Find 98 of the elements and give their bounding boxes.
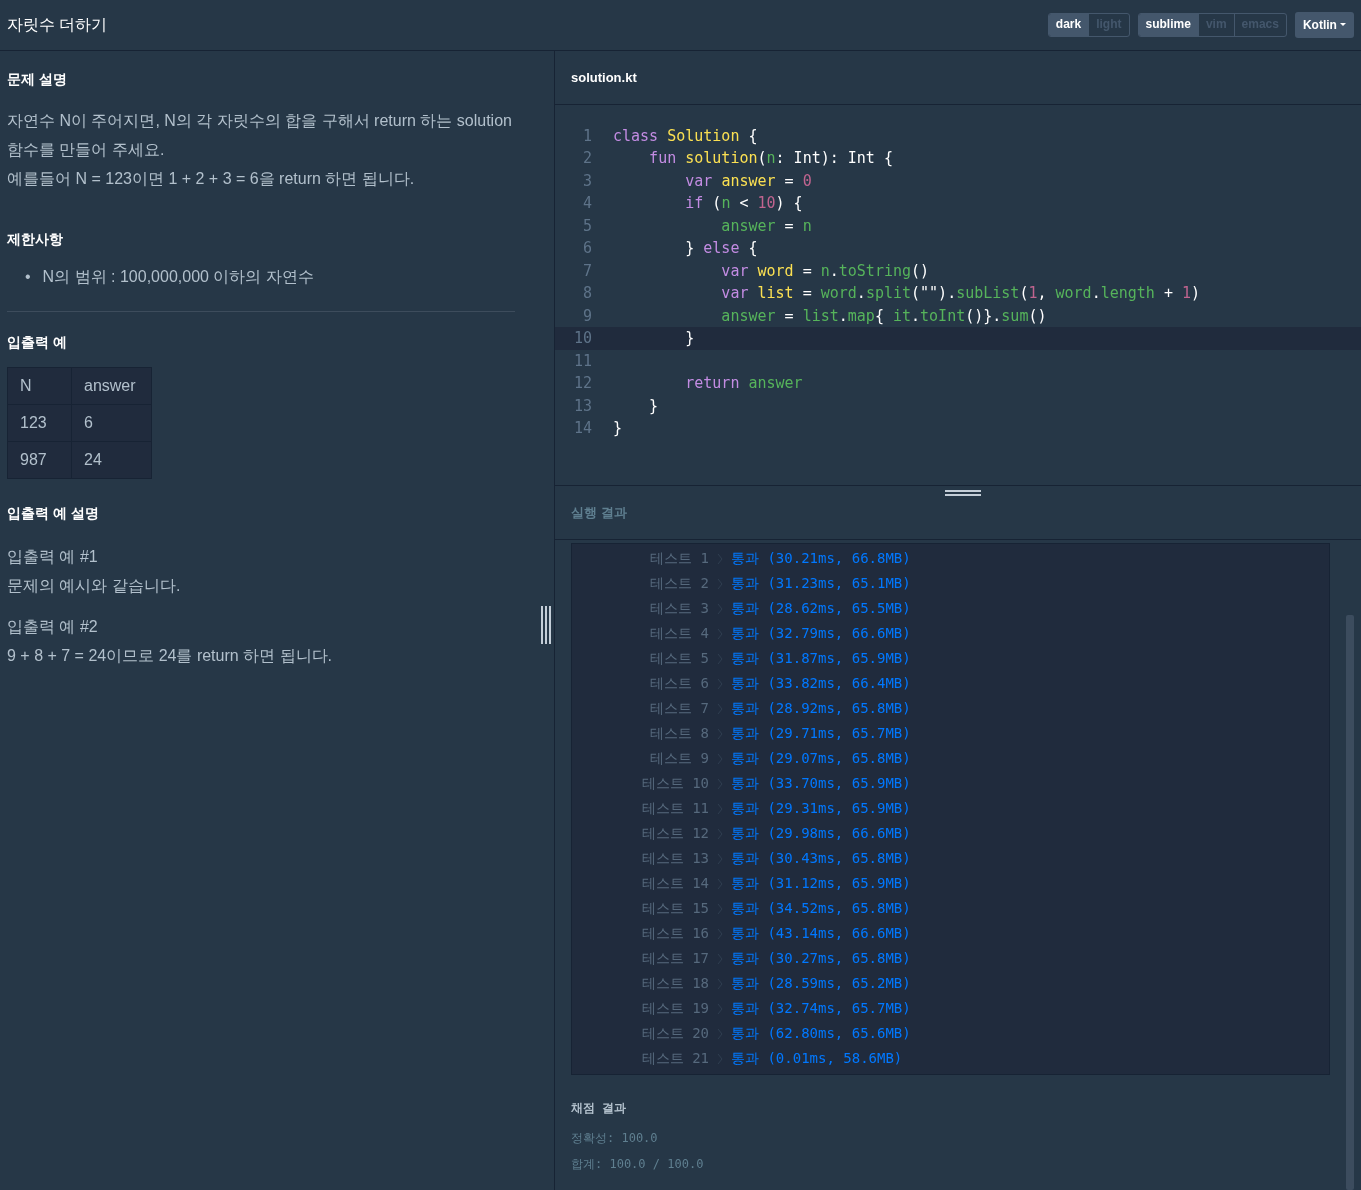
description-text: 예를들어 N = 123이면 1 + 2 + 3 = 6을 return 하면 됩니다. [7,168,416,189]
column-header: N [7,367,72,405]
test-result: 통과 (29.07ms, 65.8MB) [731,749,911,768]
test-label: 테스트 10 [640,774,709,793]
table-cell: 6 [71,404,152,442]
test-result: 통과 (33.70ms, 65.9MB) [731,774,911,793]
drag-handle-icon[interactable] [945,490,981,499]
score-heading: 채점 결과 [571,1100,628,1117]
example-text: 9 + 8 + 7 = 24이므로 24를 return 하면 됩니다. [7,645,333,666]
resize-handle[interactable] [541,605,551,644]
language-dropdown[interactable]: Kotlin [1294,11,1354,38]
section-heading: 문제 설명 [7,69,68,89]
test-result: 통과 (31.23ms, 65.1MB) [731,574,911,593]
line-number: 10 [572,328,592,350]
test-label: 테스트 2 [649,574,709,593]
test-label: 테스트 18 [640,974,709,993]
test-result: 통과 (34.52ms, 65.8MB) [731,899,911,918]
test-label: 테스트 11 [640,799,709,818]
test-label: 테스트 21 [640,1049,709,1068]
test-result: 통과 (28.92ms, 65.8MB) [731,699,911,718]
test-label: 테스트 17 [640,949,709,968]
test-result: 통과 (30.43ms, 65.8MB) [731,849,911,868]
code-line: fun solution(n: Int): Int { [648,148,893,170]
example-title: 입출력 예 #2 [7,616,99,637]
page-title: 자릿수 더하기 [7,14,108,35]
theme-toggle[interactable]: dark [1048,14,1089,36]
description-text: 자연수 N이 주어지면, N의 각 자릿수의 합을 구해서 return 하는 solution 함수를 만들어 주세요. [7,110,513,160]
example-text: 문제의 예시와 같습니다. [7,575,182,596]
code-line: answer = n [720,215,812,237]
code-line: } [648,395,659,417]
test-result: 통과 (29.98ms, 66.6MB) [731,824,911,843]
test-result: 통과 (43.14ms, 66.6MB) [731,924,911,943]
code-line: var word = n.toString() [720,260,930,282]
line-number: 11 [572,350,592,372]
test-label: 테스트 16 [640,924,709,943]
table-cell: 24 [71,441,152,479]
test-label: 테스트 19 [640,999,709,1018]
table-cell: 123 [7,404,72,442]
bullet-mark: • [25,266,31,287]
example-title: 입출력 예 #1 [7,546,99,567]
test-label: 테스트 13 [640,849,709,868]
total-text: 합계: 100.0 / 100.0 [571,1156,705,1173]
line-number: 12 [572,373,592,395]
code-line: answer = list.map{ it.toInt()}.sum() [720,305,1047,327]
line-number: 4 [581,193,592,215]
test-label: 테스트 14 [640,874,709,893]
code-line: var answer = 0 [684,170,812,192]
line-number: 14 [572,418,592,440]
line-number: 9 [581,305,592,327]
line-number: 7 [581,260,592,282]
test-label: 테스트 6 [649,674,709,693]
code-line: } [612,418,623,440]
test-label: 테스트 12 [640,824,709,843]
constraint-item: N의 범위 : 100,000,000 이하의 자연수 [42,266,314,287]
test-label: 테스트 5 [649,649,709,668]
keymap-toggle[interactable]: sublime [1138,14,1198,36]
test-result: 통과 (28.59ms, 65.2MB) [731,974,911,993]
column-header: answer [71,367,152,405]
test-label: 테스트 9 [649,749,709,768]
test-label: 테스트 20 [640,1024,709,1043]
code-line: class Solution { [612,125,758,147]
test-result: 통과 (32.79ms, 66.6MB) [731,624,911,643]
code-line: if (n < 10) { [684,193,803,215]
test-result: 통과 (29.31ms, 65.9MB) [731,799,911,818]
test-result: 통과 (0.01ms, 58.6MB) [731,1049,903,1068]
section-heading: 입출력 예 설명 [7,503,100,523]
test-result: 통과 (29.71ms, 65.7MB) [731,724,911,743]
code-line: } else { [684,238,758,260]
test-result: 통과 (30.27ms, 65.8MB) [731,949,911,968]
code-line: return answer [684,373,803,395]
code-line: } [684,328,695,350]
test-result: 통과 (31.87ms, 65.9MB) [731,649,911,668]
test-label: 테스트 3 [649,599,709,618]
test-result: 통과 (31.12ms, 65.9MB) [731,874,911,893]
test-result: 통과 (62.80ms, 65.6MB) [731,1024,911,1043]
line-number: 1 [581,125,592,147]
test-label: 테스트 8 [649,724,709,743]
test-label: 테스트 1 [649,549,709,568]
accuracy-text: 정확성: 100.0 [571,1130,659,1147]
section-heading: 입출력 예 [7,332,68,352]
test-label: 테스트 7 [649,699,709,718]
line-number: 2 [581,148,592,170]
test-result: 통과 (30.21ms, 66.8MB) [731,549,911,568]
results-heading: 실행 결과 [571,503,627,522]
test-label: 테스트 4 [649,624,709,643]
test-result: 통과 (28.62ms, 65.5MB) [731,599,911,618]
test-label: 테스트 15 [640,899,709,918]
line-number: 13 [572,395,592,417]
test-result: 통과 (33.82ms, 66.4MB) [731,674,911,693]
section-heading: 제한사항 [7,229,64,249]
line-number: 3 [581,170,592,192]
table-cell: 987 [7,441,72,479]
line-number: 8 [581,283,592,305]
test-result: 통과 (32.74ms, 65.7MB) [731,999,911,1018]
line-number: 6 [581,238,592,260]
file-tab[interactable]: solution.kt [571,67,637,88]
line-number: 5 [581,215,592,237]
code-line: var list = word.split("").subList(1, word.length + 1) [720,283,1201,305]
